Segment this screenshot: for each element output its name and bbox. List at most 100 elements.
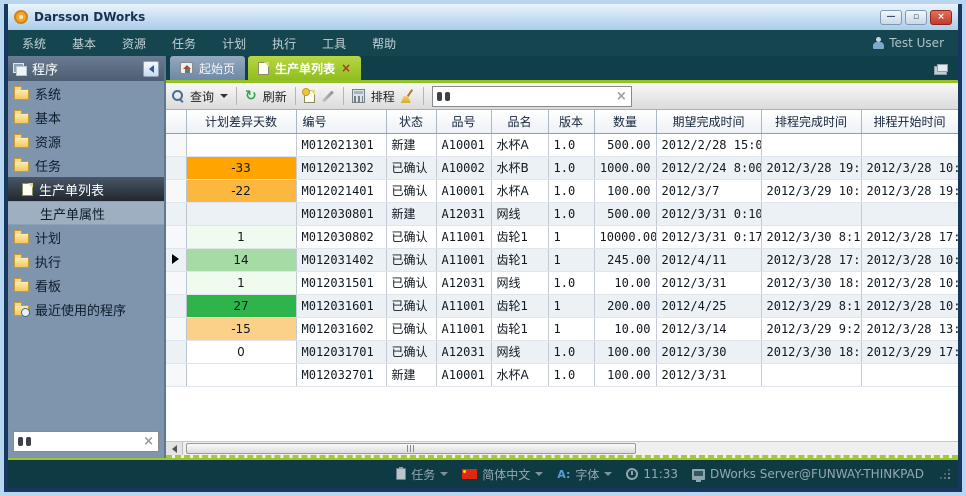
table-row[interactable]: 27M012031601已确认A11001齿轮11200.002012/4/25… <box>166 294 958 317</box>
sidebar-item-resource[interactable]: 资源 <box>8 129 164 153</box>
col-header-plan-diff-days[interactable]: 计划差异天数 <box>186 110 296 133</box>
cell-pname: 齿轮1 <box>491 225 548 248</box>
tab-start-page[interactable]: 起始页 <box>170 56 245 80</box>
table-row[interactable]: M012032701新建A10001水杯A1.0100.002012/3/31 <box>166 363 958 386</box>
col-header-code[interactable]: 编号 <box>296 110 386 133</box>
programs-icon <box>13 63 26 74</box>
table-row[interactable]: 1M012031501已确认A12031网线1.010.002012/3/312… <box>166 271 958 294</box>
col-header-expected-finish[interactable]: 期望完成时间 <box>656 110 761 133</box>
sidebar-item-production-order-list[interactable]: 生产单列表 <box>8 177 164 201</box>
status-task-menu[interactable]: 任务 <box>396 466 448 483</box>
row-selector-cell[interactable] <box>166 133 186 156</box>
new-document-icon[interactable] <box>304 90 315 103</box>
cell-start: 2012/3/28 10:52 <box>861 294 958 317</box>
menu-system[interactable]: 系统 <box>22 35 46 52</box>
status-language-menu[interactable]: 简体中文 <box>462 466 543 483</box>
cell-due: 2012/3/14 <box>656 317 761 340</box>
schedule-button[interactable]: 排程 <box>371 88 395 105</box>
page-icon <box>258 62 269 75</box>
sidebar-item-plan[interactable]: 计划 <box>8 225 164 249</box>
scrollbar-track[interactable] <box>183 442 958 455</box>
row-selector-cell[interactable] <box>166 225 186 248</box>
cell-diff <box>186 363 296 386</box>
menu-help[interactable]: 帮助 <box>372 35 396 52</box>
refresh-button[interactable]: 刷新 <box>263 88 287 105</box>
cell-diff: -33 <box>186 156 296 179</box>
resize-grip[interactable] <box>940 469 950 479</box>
row-selector-cell[interactable] <box>166 363 186 386</box>
sidebar-collapse-button[interactable] <box>143 61 159 77</box>
content-area: 起始页 生产单列表 × 查询 ↻ 刷新 <box>166 56 958 458</box>
table-row[interactable]: M012030801新建A12031网线1.0500.002012/3/31 0… <box>166 202 958 225</box>
sidebar-item-execute[interactable]: 执行 <box>8 249 164 273</box>
cell-qty: 200.00 <box>594 294 656 317</box>
font-icon: A: <box>557 468 570 481</box>
col-header-status[interactable]: 状态 <box>386 110 436 133</box>
clean-broom-icon[interactable] <box>401 89 415 103</box>
query-dropdown-icon[interactable] <box>220 94 228 98</box>
status-server-name: DWorks Server@FUNWAY-THINKPAD <box>710 467 924 481</box>
cell-code: M012030801 <box>296 202 386 225</box>
tab-list-icon[interactable] <box>934 64 948 75</box>
clear-search-icon[interactable]: × <box>143 435 154 448</box>
sidebar-item-system[interactable]: 系统 <box>8 81 164 105</box>
scroll-left-button[interactable] <box>166 442 183 455</box>
status-font-menu[interactable]: A: 字体 <box>557 466 612 483</box>
query-button[interactable]: 查询 <box>190 88 214 105</box>
sidebar-item-production-order-props[interactable]: 生产单属性 <box>8 201 164 225</box>
server-icon <box>692 469 705 480</box>
col-header-sched-finish[interactable]: 排程完成时间 <box>761 110 861 133</box>
menu-resource[interactable]: 资源 <box>122 35 146 52</box>
clear-search-icon[interactable]: × <box>616 90 627 103</box>
row-selector-cell[interactable] <box>166 271 186 294</box>
col-header-sched-start[interactable]: 排程开始时间 <box>861 110 958 133</box>
col-header-item-no[interactable]: 品号 <box>436 110 491 133</box>
sidebar-item-basic[interactable]: 基本 <box>8 105 164 129</box>
menu-execute[interactable]: 执行 <box>272 35 296 52</box>
menu-plan[interactable]: 计划 <box>222 35 246 52</box>
sidebar-search-input[interactable] <box>35 435 139 449</box>
cell-due: 2012/3/31 <box>656 363 761 386</box>
sidebar-item-recent-programs[interactable]: 最近使用的程序 <box>8 297 164 321</box>
table-row[interactable]: 14M012031402已确认A11001齿轮11245.002012/4/11… <box>166 248 958 271</box>
table-row[interactable]: -22M012021401已确认A10001水杯A1.0100.002012/3… <box>166 179 958 202</box>
scrollbar-thumb[interactable] <box>186 443 636 454</box>
row-selector-cell[interactable] <box>166 294 186 317</box>
row-selector-cell[interactable] <box>166 317 186 340</box>
sidebar: 程序 系统 基本 资源 任务 <box>8 56 166 458</box>
menu-tools[interactable]: 工具 <box>322 35 346 52</box>
table-row[interactable]: 1M012030802已确认A11001齿轮1110000.002012/3/3… <box>166 225 958 248</box>
col-header-item-name[interactable]: 品名 <box>491 110 548 133</box>
row-selector-cell[interactable] <box>166 340 186 363</box>
window-title: Darsson DWorks <box>34 10 145 24</box>
maximize-button[interactable]: ▫ <box>905 10 927 25</box>
title-bar[interactable]: Darsson DWorks — ▫ × <box>8 4 958 30</box>
table-row[interactable]: -15M012031602已确认A11001齿轮1110.002012/3/14… <box>166 317 958 340</box>
minimize-button[interactable]: — <box>880 10 902 25</box>
selected-row-indicator[interactable] <box>166 248 186 271</box>
row-selector-cell[interactable] <box>166 156 186 179</box>
table-row[interactable]: 0M012031701已确认A12031网线1.0100.002012/3/30… <box>166 340 958 363</box>
current-user[interactable]: Test User <box>873 36 944 50</box>
edit-pencil-icon[interactable] <box>322 90 334 102</box>
refresh-icon: ↻ <box>245 89 257 103</box>
cell-qty: 1000.00 <box>594 156 656 179</box>
col-header-version[interactable]: 版本 <box>548 110 594 133</box>
cell-pno: A12031 <box>436 202 491 225</box>
cell-status: 新建 <box>386 363 436 386</box>
close-button[interactable]: × <box>930 10 952 25</box>
col-header-qty[interactable]: 数量 <box>594 110 656 133</box>
toolbar-search-input[interactable] <box>454 89 612 103</box>
sidebar-item-task[interactable]: 任务 <box>8 153 164 177</box>
tab-production-order-list[interactable]: 生产单列表 × <box>248 56 361 80</box>
cell-pno: A12031 <box>436 271 491 294</box>
menu-task[interactable]: 任务 <box>172 35 196 52</box>
table-row[interactable]: -33M012021302已确认A10002水杯B1.01000.002012/… <box>166 156 958 179</box>
horizontal-scrollbar[interactable] <box>166 441 958 458</box>
row-selector-cell[interactable] <box>166 202 186 225</box>
sidebar-item-kanban[interactable]: 看板 <box>8 273 164 297</box>
menu-basic[interactable]: 基本 <box>72 35 96 52</box>
table-row[interactable]: M012021301新建A10001水杯A1.0500.002012/2/28 … <box>166 133 958 156</box>
row-selector-cell[interactable] <box>166 179 186 202</box>
tab-close-icon[interactable]: × <box>341 62 351 74</box>
